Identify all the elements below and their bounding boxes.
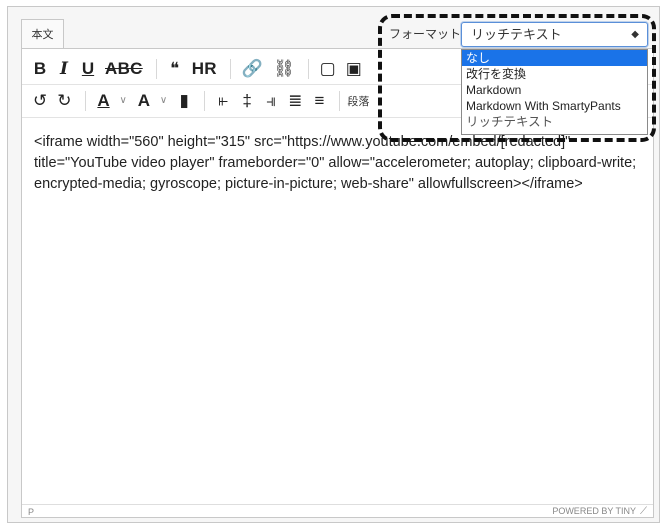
- strikethrough-button[interactable]: ABC: [101, 57, 147, 81]
- italic-button[interactable]: I: [53, 57, 75, 81]
- undo-button[interactable]: ↺: [29, 89, 51, 113]
- element-path[interactable]: P: [28, 507, 34, 517]
- insert-image-button[interactable]: ▣: [342, 57, 366, 81]
- format-select[interactable]: リッチテキスト ◆: [461, 22, 648, 47]
- editor-content-area[interactable]: <iframe width="560" height="315" src="ht…: [34, 132, 644, 195]
- unlink-button[interactable]: ⛓: [269, 57, 299, 81]
- blockquote-button[interactable]: ❝: [164, 57, 186, 81]
- horizontal-rule-button[interactable]: HR: [188, 57, 221, 81]
- toolbar-separator: [339, 90, 341, 111]
- format-dropdown-list: なし 改行を変換 Markdown Markdown With SmartyPants…: [461, 49, 648, 135]
- format-option[interactable]: なし: [462, 50, 647, 66]
- select-arrow-icon: ◆: [631, 29, 639, 40]
- format-option[interactable]: リッチテキスト: [462, 114, 647, 130]
- chevron-down-icon[interactable]: ∨: [120, 95, 127, 106]
- tab-body[interactable]: 本文: [21, 19, 64, 49]
- source-code-button[interactable]: ▢: [316, 57, 340, 81]
- toolbar-separator: [229, 58, 231, 79]
- outdent-button[interactable]: ≡: [308, 89, 330, 113]
- format-option[interactable]: Markdown: [462, 82, 647, 98]
- indent-button[interactable]: ≣: [284, 89, 306, 113]
- paragraph-button[interactable]: 段落: [347, 93, 369, 109]
- toolbar-separator: [307, 58, 309, 79]
- format-option[interactable]: Markdown With SmartyPants: [462, 98, 647, 114]
- resize-handle-icon[interactable]: ⟋: [640, 506, 647, 517]
- redo-button[interactable]: ↻: [53, 89, 75, 113]
- branding-text[interactable]: POWERED BY TINY: [552, 506, 636, 516]
- clear-format-button[interactable]: ▮: [173, 89, 195, 113]
- align-center-button[interactable]: ‡: [236, 89, 258, 113]
- background-color-button[interactable]: A: [133, 89, 155, 113]
- toolbar-separator: [204, 90, 206, 111]
- underline-button[interactable]: U: [77, 57, 99, 81]
- text-color-button[interactable]: A: [93, 89, 115, 113]
- align-left-button[interactable]: ⫦: [212, 89, 234, 113]
- toolbar-separator: [155, 58, 157, 79]
- branding: POWERED BY TINY ⟋: [552, 506, 647, 517]
- link-button[interactable]: 🔗: [238, 57, 267, 81]
- chevron-down-icon[interactable]: ∨: [160, 95, 167, 106]
- status-bar: P POWERED BY TINY ⟋: [22, 504, 653, 518]
- toolbar-separator: [84, 90, 86, 111]
- align-right-button[interactable]: ⫣: [260, 89, 282, 113]
- format-option[interactable]: 改行を変換: [462, 66, 647, 82]
- format-selected-value: リッチテキスト: [471, 27, 562, 42]
- format-label: フォーマット:: [389, 27, 465, 41]
- bold-button[interactable]: B: [29, 57, 51, 81]
